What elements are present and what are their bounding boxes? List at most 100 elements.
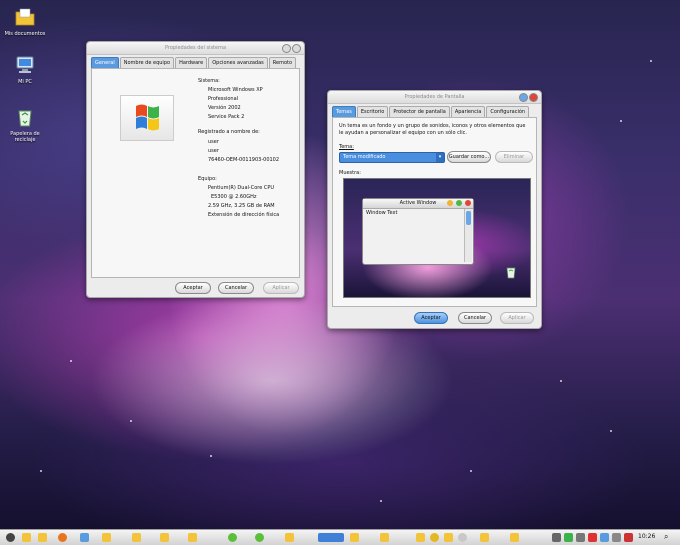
close-button[interactable] xyxy=(529,93,538,102)
desktop-icon-mi-pc[interactable]: Mi PC xyxy=(0,54,50,85)
search-icon[interactable]: ⌕ xyxy=(664,532,668,542)
folder-icon[interactable] xyxy=(350,533,359,542)
folder-icon[interactable] xyxy=(188,533,197,542)
tab-protector-de-pantalla[interactable]: Protector de pantalla xyxy=(389,106,450,117)
cpu-speed-ram: 2.59 GHz, 3.25 GB de RAM xyxy=(208,203,275,209)
taskbar-clock[interactable]: 10:26 xyxy=(638,533,655,540)
window-titlebar[interactable]: Propiedades de Pantalla xyxy=(328,91,541,104)
theme-description: Un tema es un fondo y un grupo de sonido… xyxy=(339,123,526,136)
display-properties-window: Propiedades de Pantalla Temas Escritorio… xyxy=(327,90,542,329)
tray-icon[interactable] xyxy=(624,533,633,542)
leaf-icon[interactable] xyxy=(228,533,237,542)
folder-icon[interactable] xyxy=(480,533,489,542)
close-button[interactable] xyxy=(292,44,301,53)
folder-icon xyxy=(14,6,36,28)
folder-icon[interactable] xyxy=(416,533,425,542)
tab-bar: Temas Escritorio Protector de pantalla A… xyxy=(328,104,541,117)
cancel-button[interactable]: Cancelar xyxy=(218,282,254,294)
tray-icon[interactable] xyxy=(564,533,573,542)
cpu-name: Pentium(R) Dual-Core CPU xyxy=(208,185,275,191)
theme-label: Tema: xyxy=(339,144,354,150)
delete-button[interactable]: Eliminar xyxy=(495,151,533,163)
registered-user: user xyxy=(208,139,219,145)
tab-escritorio[interactable]: Escritorio xyxy=(356,106,389,117)
tray-icon[interactable] xyxy=(612,533,621,542)
folder-icon[interactable] xyxy=(102,533,111,542)
apple-menu-icon[interactable] xyxy=(6,533,15,542)
tab-general[interactable]: General xyxy=(91,57,119,68)
system-heading: Sistema: xyxy=(198,78,220,84)
close-icon xyxy=(465,200,471,206)
desktop-icon-label: Mi PC xyxy=(18,79,32,85)
tab-temas[interactable]: Temas xyxy=(332,106,356,117)
chevron-down-icon: ▾ xyxy=(436,153,444,162)
tab-configuracion[interactable]: Configuración xyxy=(486,106,530,117)
registered-org: user xyxy=(208,148,219,154)
cpu-model: E5300 @ 2.60GHz xyxy=(211,194,257,200)
tray-icon[interactable] xyxy=(552,533,561,542)
theme-select[interactable]: Tema modificado ▾ xyxy=(339,152,445,163)
preview-scrollbar xyxy=(464,209,472,262)
window-titlebar[interactable]: Propiedades del sistema xyxy=(87,42,304,55)
product-id: 76460-OEM-0011903-00102 xyxy=(208,157,280,163)
preview-window-title: Active Window xyxy=(399,200,437,206)
tab-remoto[interactable]: Remoto xyxy=(268,57,297,68)
firefox-icon[interactable] xyxy=(58,533,67,542)
taskbar: 10:26 ⌕ xyxy=(0,529,680,545)
preview-active-window: Active Window Window Text xyxy=(362,198,474,265)
os-version: Versión 2002 xyxy=(208,105,241,111)
ok-button[interactable]: Aceptar xyxy=(414,312,448,324)
folder-icon[interactable] xyxy=(132,533,141,542)
tab-apariencia[interactable]: Apariencia xyxy=(450,106,486,117)
tab-panel: Un tema es un fondo y un grupo de sonido… xyxy=(332,117,537,307)
cancel-button[interactable]: Cancelar xyxy=(458,312,492,324)
minimize-icon xyxy=(447,200,453,206)
tray-icon[interactable] xyxy=(600,533,609,542)
folder-icon[interactable] xyxy=(285,533,294,542)
system-properties-window: Propiedades del sistema General Nombre d… xyxy=(86,41,305,298)
desktop-icon-papelera[interactable]: Papelera de reciclaje xyxy=(0,106,50,143)
folder-icon[interactable] xyxy=(380,533,389,542)
tab-hardware[interactable]: Hardware xyxy=(175,57,208,68)
tab-panel: Sistema: Microsoft Windows XP Profession… xyxy=(91,68,300,278)
tab-nombre-de-equipo[interactable]: Nombre de equipo xyxy=(119,57,175,68)
star-icon[interactable] xyxy=(430,533,439,542)
leaf-icon[interactable] xyxy=(255,533,264,542)
registered-heading: Registrado a nombre de: xyxy=(198,129,260,135)
desktop-icon-label: Mis documentos xyxy=(4,31,46,37)
recycle-bin-icon xyxy=(14,106,36,128)
service-pack: Service Pack 2 xyxy=(208,114,245,120)
pae-info: Extensión de dirección física xyxy=(208,212,280,218)
folder-icon[interactable] xyxy=(510,533,519,542)
save-as-button[interactable]: Guardar como... xyxy=(447,151,491,163)
equipo-heading: Equipo: xyxy=(198,176,217,182)
active-window-icon[interactable] xyxy=(318,533,344,542)
sample-label: Muestra: xyxy=(339,170,361,176)
help-button[interactable] xyxy=(282,44,291,53)
preview-titlebar: Active Window xyxy=(363,199,473,209)
tab-bar: General Nombre de equipo Hardware Opcion… xyxy=(87,55,304,68)
theme-select-value: Tema modificado xyxy=(343,154,386,160)
desktop-icon-mis-documentos[interactable]: Mis documentos xyxy=(0,6,50,37)
computer-icon xyxy=(14,54,36,76)
os-name: Microsoft Windows XP xyxy=(208,87,263,93)
window-title: Propiedades del sistema xyxy=(164,45,227,51)
tab-opciones-avanzadas[interactable]: Opciones avanzadas xyxy=(208,57,268,68)
os-edition: Professional xyxy=(208,96,239,102)
desktop-icon-label: Papelera de reciclaje xyxy=(10,131,40,143)
tray-icon[interactable] xyxy=(576,533,585,542)
folder-icon[interactable] xyxy=(38,533,47,542)
recycle-bin-icon xyxy=(504,265,518,279)
clock-icon[interactable] xyxy=(458,533,467,542)
ok-button[interactable]: Aceptar xyxy=(175,282,211,294)
help-button[interactable] xyxy=(519,93,528,102)
tray-icon[interactable] xyxy=(588,533,597,542)
apply-button[interactable]: Aplicar xyxy=(500,312,534,324)
folder-icon[interactable] xyxy=(444,533,453,542)
media-icon[interactable] xyxy=(80,533,89,542)
theme-preview: Active Window Window Text xyxy=(343,178,531,298)
preview-window-text: Window Text xyxy=(366,210,398,216)
folder-icon[interactable] xyxy=(22,533,31,542)
folder-icon[interactable] xyxy=(160,533,169,542)
apply-button[interactable]: Aplicar xyxy=(263,282,299,294)
